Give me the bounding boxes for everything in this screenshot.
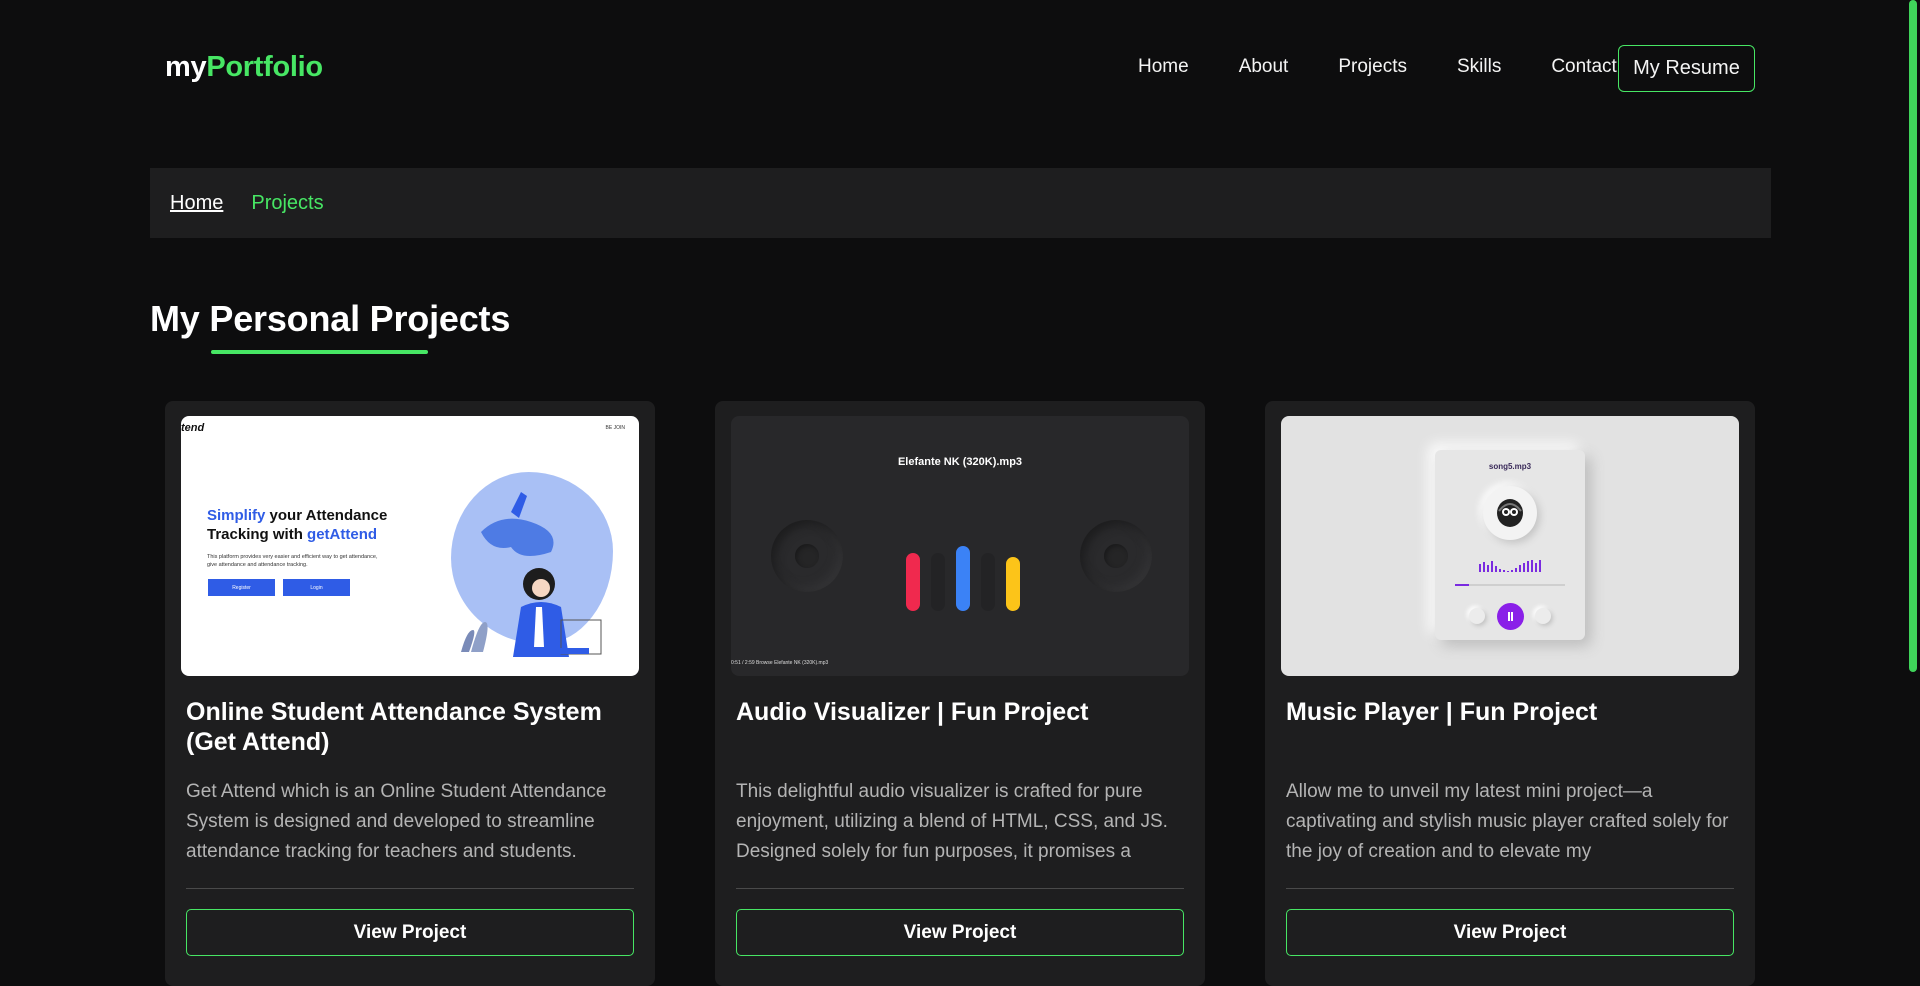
project-card-audio-visualizer: Elefante NK (320K).mp3 0:51 / 2:59 Brows… [715,401,1205,986]
thumb-heading-line2: Tracking with [207,526,308,543]
title-underline [211,350,428,354]
right-speaker-icon [1080,520,1152,592]
card-divider [186,888,634,889]
thumb-heading-brand: getAttend [307,526,378,543]
left-speaker-icon [771,520,843,592]
thumb-progress-bar [1455,584,1565,586]
visualizer-bar-blue [956,546,970,611]
project-thumbnail: song5.mp3 [1281,416,1739,676]
music-player-screenshot: song5.mp3 [1281,416,1739,676]
previous-icon [1469,608,1485,624]
nav-link-skills[interactable]: Skills [1457,56,1501,78]
thumb-register-button: Register [208,579,275,596]
next-icon [1535,608,1551,624]
thumb-paragraph: This platform provides very easier and e… [207,554,378,568]
breadcrumb-current: Projects [251,191,324,214]
student-illustration-icon [461,492,602,657]
page-title: My Personal Projects [150,298,511,339]
thumb-heading: Simplify your Attendance Tracking with g… [207,506,387,544]
project-thumbnail: tend BE JOIN Simplify your Attendance Tr… [181,416,639,676]
project-title: Music Player | Fun Project [1286,698,1598,726]
project-description: Allow me to unveil my latest mini projec… [1286,781,1729,862]
site-logo[interactable]: myPortfolio [165,51,323,84]
nav-links: Home About Projects Skills Contact [1138,56,1617,78]
scrollbar-thumb[interactable] [1909,0,1917,672]
thumb-track-title: Elefante NK (320K).mp3 [897,456,1023,468]
scrollbar[interactable] [1905,0,1920,986]
project-thumbnail: Elefante NK (320K).mp3 0:51 / 2:59 Brows… [731,416,1189,676]
visualizer-bar-dark [931,553,945,611]
navbar: myPortfolio Home About Projects Skills C… [0,0,1905,140]
pause-icon [1497,603,1524,630]
headphone-character-icon [1497,499,1523,527]
resume-button[interactable]: My Resume [1618,45,1755,92]
view-project-button[interactable]: View Project [186,909,634,956]
breadcrumb-home-link[interactable]: Home [170,192,223,215]
project-title: Audio Visualizer | Fun Project [736,698,1089,726]
nav-link-about[interactable]: About [1239,56,1289,78]
card-divider [1286,888,1734,889]
project-title: Online Student Attendance System (Get At… [186,698,602,756]
album-art-icon [1483,486,1537,540]
project-description: Get Attend which is an Online Student At… [186,781,607,862]
attendance-screenshot: tend BE JOIN Simplify your Attendance Tr… [181,416,639,676]
thumb-logo: tend [181,422,205,434]
card-divider [736,888,1184,889]
project-card-get-attend: tend BE JOIN Simplify your Attendance Tr… [165,401,655,986]
project-description: This delightful audio visualizer is craf… [736,781,1168,862]
visualizer-bar-red [906,553,920,611]
project-card-music-player: song5.mp3 Music Player | Fun Project All… [1265,401,1755,986]
logo-main: Portfolio [206,51,323,83]
view-project-button[interactable]: View Project [736,909,1184,956]
visualizer-screenshot: Elefante NK (320K).mp3 0:51 / 2:59 Brows… [731,416,1189,676]
nav-link-projects[interactable]: Projects [1338,56,1407,78]
waveform-icon [1479,560,1541,572]
logo-prefix: my [165,51,207,83]
thumb-player-controls: 0:51 / 2:59 Browse Elefante NK (320K).mp… [731,660,829,666]
breadcrumb: Home Projects [150,168,1771,238]
thumb-login-button: Login [283,579,350,596]
visualizer-bar-dark [981,553,995,611]
thumb-player-card: song5.mp3 [1435,450,1585,640]
thumb-corner-text: BE JOIN [605,425,625,431]
thumb-heading-blue: Simplify [207,507,266,524]
view-project-button[interactable]: View Project [1286,909,1734,956]
thumb-song-name: song5.mp3 [1488,462,1532,471]
visualizer-bar-yellow [1006,557,1020,611]
nav-link-contact[interactable]: Contact [1551,56,1616,78]
nav-link-home[interactable]: Home [1138,56,1189,78]
thumb-heading-text: your Attendance [265,507,388,524]
